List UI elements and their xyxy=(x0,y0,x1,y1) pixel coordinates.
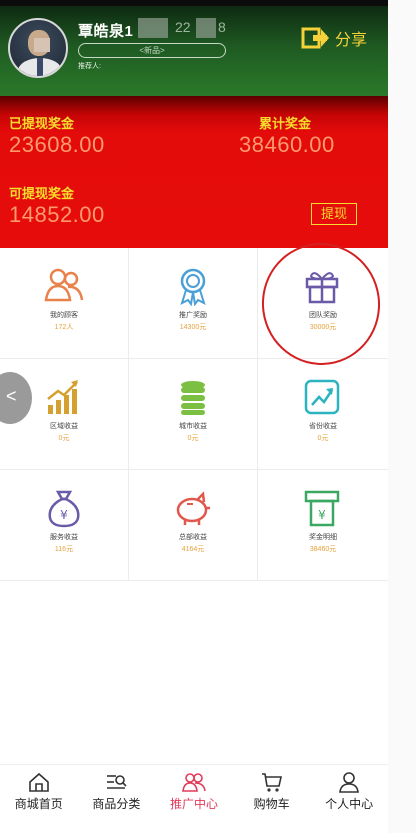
grid-item-value: 0元 xyxy=(187,435,199,442)
bottom-nav: 商城首页 商品分类 推广中心 购物车 个人中心 xyxy=(0,764,388,824)
nav-item-home[interactable]: 商城首页 xyxy=(0,765,78,824)
level-badge: <新品> xyxy=(78,43,226,58)
grid-item-bonus-detail[interactable]: ¥ 奖金明细 38460元 xyxy=(258,470,388,581)
coins-icon xyxy=(181,381,205,415)
withdrawn-bonus-value: 23608.00 xyxy=(9,132,105,157)
cart-icon xyxy=(261,773,282,792)
growth-chart-icon xyxy=(47,380,78,414)
nav-label: 个人中心 xyxy=(325,797,374,811)
grid-item-hq-income[interactable]: 总部收益 4164元 xyxy=(129,470,258,581)
referrer-label: 推荐人: xyxy=(78,63,101,70)
phone-digits: 22 xyxy=(175,19,191,35)
grid-item-value: 0元 xyxy=(317,435,329,442)
nav-item-category[interactable]: 商品分类 xyxy=(78,765,156,824)
grid-item-my-customers[interactable]: 我的顾客 172人 xyxy=(0,248,129,359)
svg-text:¥: ¥ xyxy=(318,508,326,522)
app-screen: 覃皓泉1 22 8 <新品> 推荐人: 分享 已提现奖金 23608.00 累计… xyxy=(0,0,388,833)
avatar-tie xyxy=(37,58,43,76)
grid-item-promo-reward[interactable]: 推广奖励 14300元 xyxy=(129,248,258,359)
total-bonus-value: 38460.00 xyxy=(239,132,335,157)
page-background xyxy=(388,0,416,833)
phone-digits: 8 xyxy=(218,19,226,35)
available-bonus-value: 14852.00 xyxy=(9,202,105,227)
avatar[interactable] xyxy=(8,18,68,78)
nav-item-promotion[interactable]: 推广中心 xyxy=(155,765,233,824)
grid-item-title: 城市收益 xyxy=(179,423,207,430)
grid-item-title: 省份收益 xyxy=(309,423,337,430)
grid-item-value: 0元 xyxy=(58,435,70,442)
back-chevron-icon: < xyxy=(6,386,17,406)
svg-text:¥: ¥ xyxy=(60,508,68,522)
nav-item-profile[interactable]: 个人中心 xyxy=(310,765,388,824)
money-bag-icon: ¥ xyxy=(48,490,80,528)
nav-label: 推广中心 xyxy=(169,797,218,811)
grid-item-value: 4164元 xyxy=(181,546,205,553)
home-icon xyxy=(28,772,49,792)
grid-item-value: 116元 xyxy=(54,546,74,553)
nav-label: 购物车 xyxy=(253,797,290,811)
grid-item-value: 38460元 xyxy=(309,546,337,553)
phone-mask xyxy=(138,18,168,38)
withdraw-button[interactable]: 提现 xyxy=(311,203,357,225)
share-label: 分享 xyxy=(335,32,368,49)
grid-item-title: 奖金明细 xyxy=(309,534,337,541)
withdrawn-bonus-label: 已提现奖金 xyxy=(9,116,75,131)
nav-item-cart[interactable]: 购物车 xyxy=(233,765,311,824)
people-icon xyxy=(44,268,84,302)
profile-header: 覃皓泉1 22 8 <新品> 推荐人: 分享 xyxy=(0,6,388,96)
grid-item-province-income[interactable]: 省份收益 0元 xyxy=(258,359,388,470)
grid-item-title: 总部收益 xyxy=(179,534,207,541)
grid-item-service-income[interactable]: ¥ 服务收益 116元 xyxy=(0,470,129,581)
grid-item-title: 我的顾客 xyxy=(50,312,78,319)
grid-item-title: 推广奖励 xyxy=(179,312,207,319)
award-icon xyxy=(180,268,206,306)
person-icon xyxy=(339,772,360,793)
grid-item-value: 14300元 xyxy=(179,324,207,331)
share-icon xyxy=(301,27,329,49)
category-search-icon xyxy=(107,775,127,789)
grid-item-title: 服务收益 xyxy=(50,534,78,541)
user-name: 覃皓泉1 xyxy=(78,23,134,40)
share-button[interactable]: 分享 xyxy=(301,26,367,50)
available-bonus-label: 可提现奖金 xyxy=(9,186,75,201)
receipt-icon: ¥ xyxy=(304,490,340,527)
nav-label: 商品分类 xyxy=(92,797,141,811)
grid-item-title: 区域收益 xyxy=(50,423,78,430)
trend-icon xyxy=(304,379,340,415)
avatar-blur-mask xyxy=(34,38,50,52)
nav-label: 商城首页 xyxy=(14,797,63,811)
bonus-banner: 已提现奖金 23608.00 累计奖金 38460.00 可提现奖金 14852… xyxy=(0,96,388,248)
promotion-icon xyxy=(182,773,206,792)
total-bonus-label: 累计奖金 xyxy=(259,116,312,131)
phone-mask xyxy=(196,18,216,38)
grid-item-city-income[interactable]: 城市收益 0元 xyxy=(129,359,258,470)
piggy-bank-icon xyxy=(176,491,210,525)
grid-item-value: 172人 xyxy=(54,324,74,331)
